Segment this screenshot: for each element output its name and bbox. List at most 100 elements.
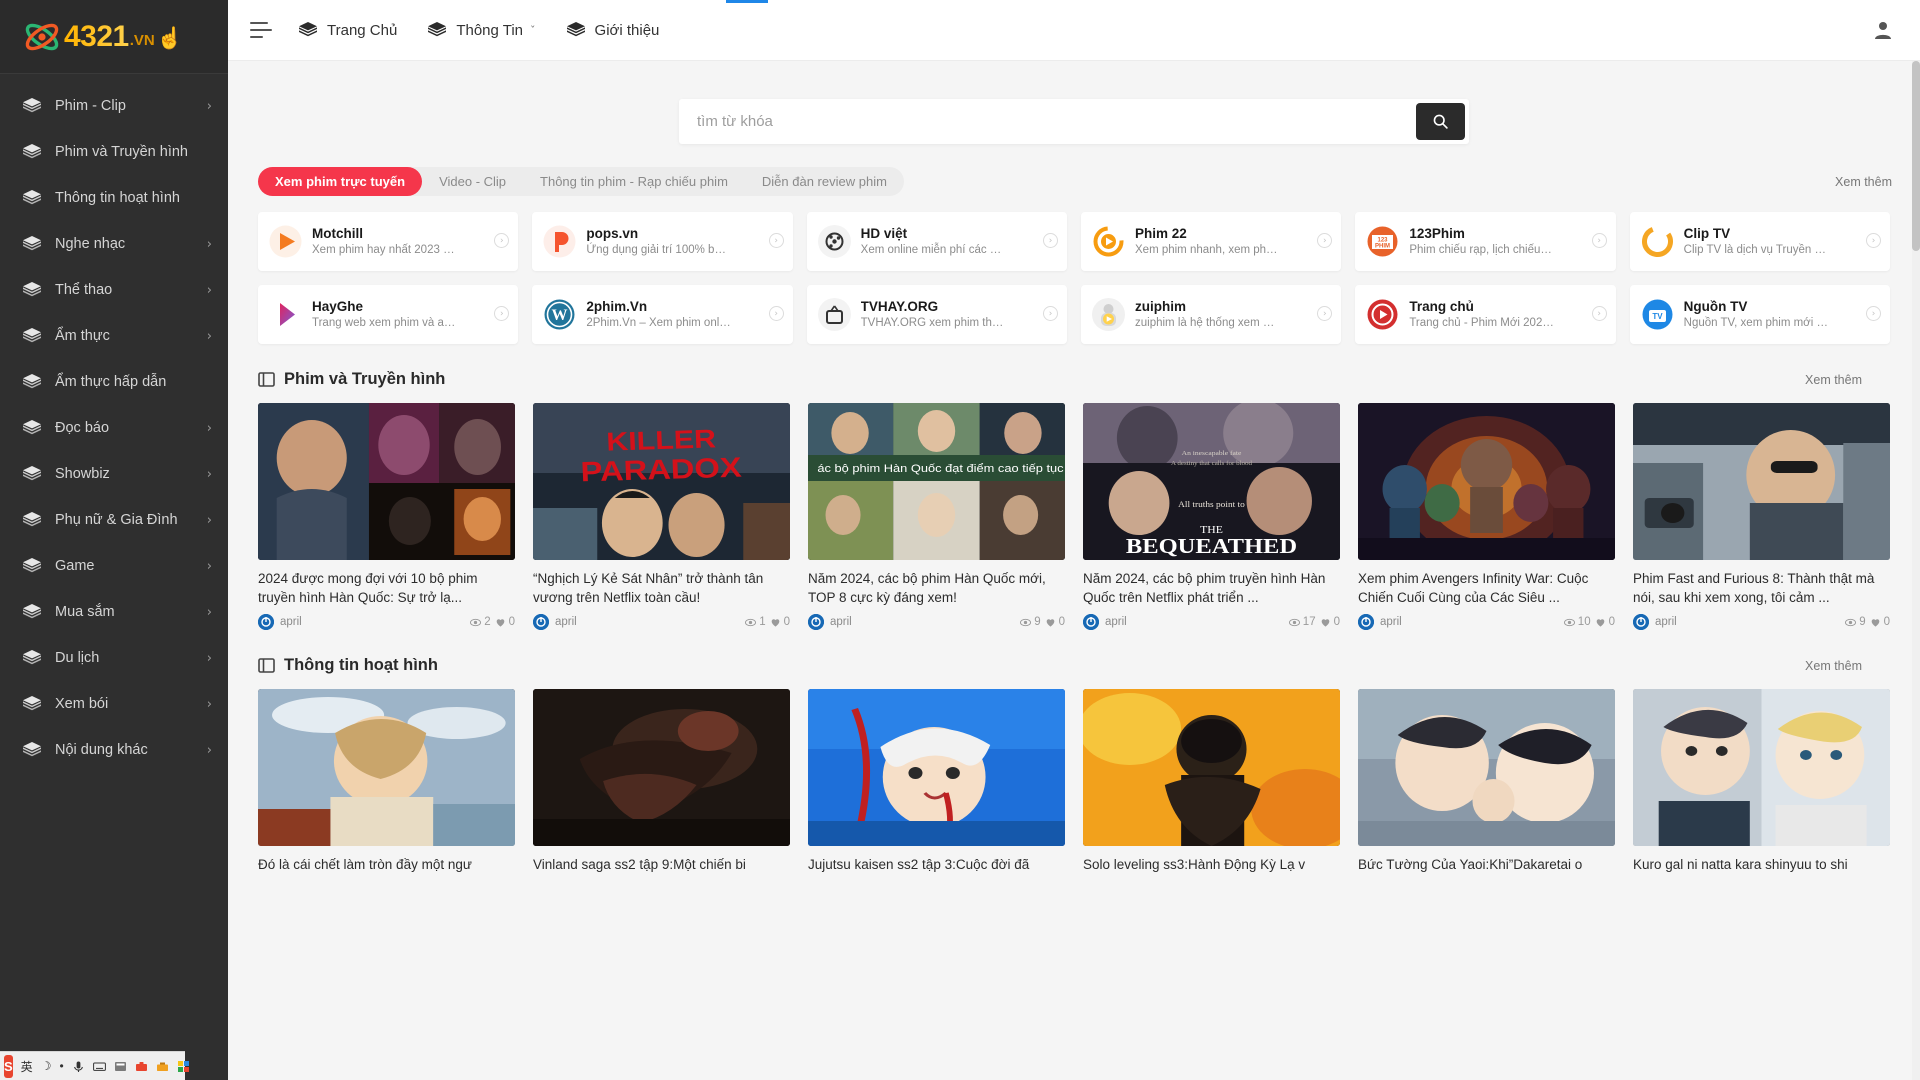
chevron-right-icon[interactable]: › — [1591, 233, 1607, 248]
user-account-icon[interactable] — [1872, 19, 1894, 41]
view-count: 10 — [1563, 616, 1591, 628]
sogou-logo-icon[interactable]: S — [4, 1054, 13, 1078]
sidebar-item-am-thuc-hap-dan[interactable]: Ẩm thực hấp dẫn — [0, 359, 228, 405]
see-more-link-movies[interactable]: Xem thêm — [1805, 373, 1862, 387]
site-card[interactable]: Motchill Xem phim hay nhất 2023 cập ... … — [258, 212, 519, 271]
layers-icon — [298, 20, 318, 40]
see-more-link-tabs[interactable]: Xem thêm — [1835, 175, 1892, 189]
site-card[interactable]: zuiphim zuiphim là hệ thống xem phim... … — [1081, 285, 1342, 344]
sidebar-item-nghe-nhac[interactable]: Nghe nhạc › — [0, 221, 228, 267]
ime-keyboard-icon[interactable] — [92, 1060, 106, 1073]
ime-lang-icon[interactable]: 英 — [21, 1058, 33, 1075]
site-card[interactable]: TV Nguồn TV Nguồn TV, xem phim mới miễ..… — [1629, 285, 1890, 344]
sidebar-item-phu-nu-gia-dinh[interactable]: Phụ nữ & Gia Đình › — [0, 497, 228, 543]
brand-tld: .VN — [129, 32, 155, 49]
topnav-item-trang-chu[interactable]: Trang Chủ — [298, 20, 397, 40]
site-card[interactable]: HD việt Xem online miễn phí các bộ p... … — [806, 212, 1067, 271]
tab-xem-phim-truc-tuyen[interactable]: Xem phim trực tuyến — [258, 167, 423, 196]
atom-logo-icon — [22, 17, 62, 57]
topnav-item-gioi-thieu[interactable]: Giới thiệu — [566, 20, 659, 40]
site-name: zuiphim — [1135, 299, 1186, 314]
page-scrollbar[interactable] — [1912, 61, 1920, 1080]
layers-icon — [22, 648, 42, 668]
sidebar-item-mua-sam[interactable]: Mua sắm › — [0, 589, 228, 635]
site-card[interactable]: 123 PHIM 123Phim Phim chiếu rạp, lịch chi… — [1355, 212, 1616, 271]
movie-thumbnail: An inescapable fate A destiny that calls… — [1083, 403, 1340, 560]
movie-card[interactable]: Đó là cái chết làm tròn đầy một ngư — [258, 689, 515, 893]
sidebar-item-label: Đọc báo — [55, 420, 110, 436]
search-submit-button[interactable] — [1416, 103, 1465, 140]
chevron-right-icon[interactable]: › — [768, 233, 784, 248]
movie-card[interactable]: Xem phim Avengers Infinity War: Cuộc Chi… — [1358, 403, 1615, 630]
chevron-right-icon[interactable]: › — [1591, 306, 1607, 321]
svg-text:ác bộ phim Hàn Quốc đạt điểm c: ác bộ phim Hàn Quốc đạt điểm cao tiếp tụ… — [817, 462, 1065, 475]
ime-grid-icon[interactable] — [177, 1060, 190, 1073]
site-card[interactable]: TVHAY.ORG TVHAY.ORG xem phim thuyết ... … — [806, 285, 1067, 344]
site-card[interactable]: W 2phim.Vn 2Phim.Vn – Xem phim online ..… — [532, 285, 793, 344]
sidebar-item-label: Ẩm thực — [55, 328, 110, 344]
movie-card[interactable]: Solo leveling ss3:Hành Động Kỳ Lạ v — [1083, 689, 1340, 893]
sidebar-item-am-thuc[interactable]: Ẩm thực › — [0, 313, 228, 359]
main-area: Trang Chủ Thông Tin ˇ Giới thiệu tìm từ … — [228, 0, 1920, 1080]
ime-panel-icon[interactable] — [114, 1060, 127, 1073]
chevron-right-icon[interactable]: › — [1866, 233, 1881, 248]
chevron-right-icon[interactable]: › — [1866, 306, 1881, 321]
view-count: 17 — [1288, 616, 1316, 628]
layers-icon — [566, 20, 586, 40]
sidebar-item-label: Phim - Clip — [55, 98, 126, 114]
sidebar-item-label: Showbiz — [55, 466, 110, 482]
site-card[interactable]: HayGhe Trang web xem phim và anime... › — [258, 285, 519, 344]
sidebar-item-thong-tin-hoat-hinh[interactable]: Thông tin hoạt hình — [0, 175, 228, 221]
site-desc: TVHAY.ORG xem phim thuyết ... — [860, 317, 1006, 329]
layers-icon — [22, 280, 42, 300]
chevron-right-icon[interactable]: › — [768, 306, 784, 321]
movie-card[interactable]: ác bộ phim Hàn Quốc đạt điểm cao tiếp tụ… — [808, 403, 1065, 630]
sidebar-item-doc-bao[interactable]: Đọc báo › — [0, 405, 228, 451]
sidebar-item-du-lich[interactable]: Du lịch › — [0, 635, 228, 681]
movie-card[interactable]: Kuro gal ni natta kara shinyuu to shi — [1633, 689, 1890, 893]
sidebar-item-the-thao[interactable]: Thể thao › — [0, 267, 228, 313]
site-card[interactable]: pops.vn Ứng dụng giải trí 100% bản qu...… — [532, 212, 793, 271]
movie-card[interactable]: Bức Tường Của Yaoi:Khi”Dakaretai o — [1358, 689, 1615, 893]
hamburger-menu-icon[interactable] — [250, 22, 272, 38]
sidebar-item-game[interactable]: Game › — [0, 543, 228, 589]
see-more-link-anime[interactable]: Xem thêm — [1805, 659, 1862, 673]
movie-thumbnail — [258, 689, 515, 846]
site-card[interactable]: Phim 22 Xem phim nhanh, xem phim c... › — [1081, 212, 1342, 271]
movie-title: Solo leveling ss3:Hành Động Kỳ Lạ v — [1083, 857, 1306, 872]
movie-card[interactable]: Jujutsu kaisen ss2 tập 3:Cuộc đời đã — [808, 689, 1065, 893]
movie-card[interactable]: Phim Fast and Furious 8: Thành thật mà n… — [1633, 403, 1890, 630]
scrollbar-thumb[interactable] — [1912, 61, 1920, 251]
movie-card[interactable]: An inescapable fate A destiny that calls… — [1083, 403, 1340, 630]
ime-mic-icon[interactable] — [72, 1060, 85, 1073]
sidebar-item-noi-dung-khac[interactable]: Nội dung khác › — [0, 727, 228, 773]
movie-card[interactable]: 2024 được mong đợi với 10 bộ phim truyền… — [258, 403, 515, 630]
brand-logo-area[interactable]: 4321 .VN ☝ — [0, 0, 228, 74]
movie-card[interactable]: Vinland saga ss2 tập 9:Một chiến bi — [533, 689, 790, 893]
tab-video-clip[interactable]: Video - Clip — [422, 167, 523, 196]
anime-grid: Đó là cái chết làm tròn đầy một ngư Vinl… — [228, 675, 1920, 893]
chevron-right-icon: › — [206, 420, 212, 436]
ime-toolbox-icon[interactable] — [156, 1060, 169, 1073]
sidebar-item-showbiz[interactable]: Showbiz › — [0, 451, 228, 497]
layers-icon — [22, 234, 42, 254]
avatar — [1358, 614, 1374, 630]
sidebar-item-phim-clip[interactable]: Phim - Clip › — [0, 83, 228, 129]
chevron-right-icon[interactable]: › — [1043, 233, 1058, 248]
ime-dot-icon[interactable]: • — [59, 1059, 63, 1073]
heart-icon — [1596, 618, 1604, 627]
ime-briefcase-icon[interactable] — [135, 1060, 148, 1073]
topnav-item-thong-tin[interactable]: Thông Tin ˇ — [427, 20, 536, 40]
chevron-right-icon[interactable]: › — [1043, 306, 1058, 321]
search-input[interactable] — [679, 99, 1416, 144]
sidebar-item-phim-va-truyen-hinh[interactable]: Phim và Truyền hình — [0, 129, 228, 175]
like-count: 0 — [1320, 616, 1340, 628]
site-card[interactable]: Clip TV Clip TV là dịch vụ Truyền Hình .… — [1629, 212, 1890, 271]
movie-card[interactable]: KILLER PARADOX “Nghịch Lý Kẻ Sát Nhân” t… — [533, 403, 790, 630]
sidebar-item-xem-boi[interactable]: Xem bói › — [0, 681, 228, 727]
tab-dien-dan-review[interactable]: Diễn đàn review phim — [745, 167, 904, 196]
tab-thong-tin-phim[interactable]: Thông tin phim - Rạp chiếu phim — [523, 167, 745, 196]
eye-icon — [745, 618, 757, 626]
ime-moon-icon[interactable]: ☽ — [41, 1059, 52, 1073]
site-card[interactable]: Trang chủ Trang chủ - Phim Mới 2023 | P.… — [1355, 285, 1616, 344]
